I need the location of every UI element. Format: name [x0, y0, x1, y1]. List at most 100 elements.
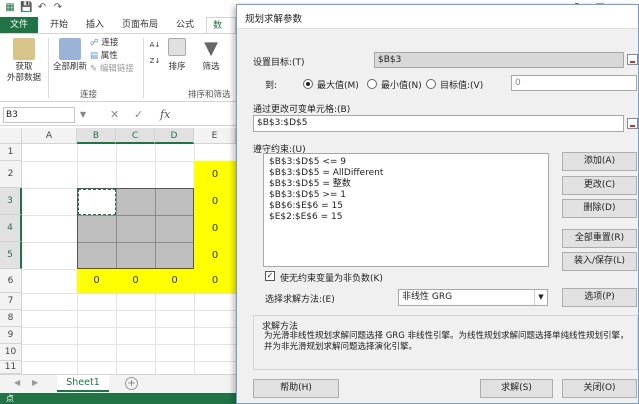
- prev-sheet-icon[interactable]: ◀: [14, 378, 20, 387]
- method-description: 为光滑非线性规划求解问题选择 GRG 非线性引擎。为线性规划求解问题选择单纯线性…: [264, 331, 629, 352]
- solver-parameters-dialog: 规划求解参数 设置目标:(T) $B$3 到: 最大值(M) 最小值(N) 目标…: [236, 4, 639, 404]
- row-header-5[interactable]: 5: [0, 242, 22, 269]
- namebox-dropdown-icon[interactable]: ▼: [80, 110, 86, 119]
- cell-e4[interactable]: 0: [194, 215, 236, 242]
- cell-e2[interactable]: 0: [194, 161, 236, 188]
- column-header-c[interactable]: C: [116, 128, 155, 144]
- dialog-title-bar: 规划求解参数: [237, 5, 638, 29]
- row-header-4[interactable]: 4: [0, 215, 22, 242]
- database-icon: [13, 38, 35, 60]
- sheet-tab-sheet1[interactable]: Sheet1: [57, 375, 109, 392]
- properties-button[interactable]: ▤ 属性: [90, 51, 140, 62]
- column-header-b[interactable]: B: [77, 128, 116, 144]
- sort-icon: [168, 38, 186, 56]
- collapse-dialog-icon[interactable]: [627, 118, 638, 129]
- cell-e5[interactable]: 0: [194, 242, 236, 269]
- help-button[interactable]: 帮助(H): [253, 379, 339, 398]
- sort-button[interactable]: 排序: [165, 38, 189, 73]
- group-separator: [48, 38, 49, 98]
- solving-method-select[interactable]: 非线性 GRG: [398, 289, 548, 306]
- max-radio[interactable]: [303, 79, 313, 89]
- constraint-item[interactable]: $B$3:$D$5 = AllDifferent: [269, 168, 543, 179]
- group-label-connections: 连接: [80, 90, 98, 100]
- reset-all-button[interactable]: 全部重置(R): [562, 229, 637, 248]
- method-description-group: 求解方法 为光滑非线性规划求解问题选择 GRG 非线性引擎。为线性规划求解问题选…: [253, 315, 638, 370]
- cell-b6[interactable]: 0: [77, 269, 116, 293]
- constraint-item[interactable]: $B$6:$E$6 = 15: [269, 201, 543, 212]
- load-save-button[interactable]: 装入/保存(L): [562, 252, 637, 271]
- solve-button[interactable]: 求解(S): [480, 379, 553, 398]
- edit-links-icon: ✎: [90, 64, 98, 74]
- change-button[interactable]: 更改(C): [562, 176, 637, 195]
- row-header-1[interactable]: 1: [0, 144, 22, 161]
- constraint-item[interactable]: $B$3:$D$5 >= 1: [269, 190, 543, 201]
- solving-method-label: 选择求解方法:(E): [265, 295, 335, 305]
- nonnegative-checkbox[interactable]: ✓: [265, 271, 275, 281]
- add-button[interactable]: 添加(A): [562, 152, 637, 171]
- value-of-input[interactable]: 0: [511, 75, 637, 91]
- changing-cells-input[interactable]: $B$3:$D$5: [253, 115, 624, 132]
- row-header-11[interactable]: 11: [0, 361, 22, 374]
- options-button[interactable]: 选项(P): [562, 288, 637, 307]
- edit-links-button[interactable]: ✎ 编辑链接: [90, 64, 142, 75]
- tab-data[interactable]: 数据: [206, 17, 236, 47]
- collapse-dialog-icon[interactable]: [627, 54, 638, 65]
- group-label-sort-filter: 排序和筛选: [188, 90, 231, 100]
- chevron-down-icon[interactable]: ▼: [534, 290, 547, 305]
- delete-button[interactable]: 删除(D): [562, 199, 637, 218]
- cell-d6[interactable]: 0: [155, 269, 194, 293]
- sort-az-button[interactable]: A↓: [148, 40, 162, 51]
- sort-za-icon: Z↓: [149, 57, 161, 65]
- properties-icon: ▤: [90, 51, 99, 61]
- refresh-all-button[interactable]: 全部刷新: [52, 38, 88, 73]
- enter-icon[interactable]: ✓: [134, 108, 143, 121]
- constraint-item[interactable]: $B$3:$D$5 <= 9: [269, 157, 543, 168]
- dialog-title: 规划求解参数: [245, 14, 303, 25]
- min-label: 最小值(N): [381, 81, 422, 91]
- cancel-icon[interactable]: ✕: [110, 108, 119, 121]
- value-of-radio[interactable]: [426, 79, 436, 89]
- group-separator: [143, 38, 144, 98]
- active-cell-b3[interactable]: [78, 189, 116, 215]
- column-header-a[interactable]: A: [22, 128, 77, 144]
- tab-formulas[interactable]: 公式: [170, 17, 200, 33]
- row-header-10[interactable]: 10: [0, 344, 22, 361]
- min-radio[interactable]: [367, 79, 377, 89]
- column-header-e[interactable]: E: [194, 128, 236, 144]
- constraint-item[interactable]: $B$3:$D$5 = 整数: [269, 179, 543, 190]
- sort-za-button[interactable]: Z↓: [148, 56, 162, 67]
- cell-e6[interactable]: 0: [194, 269, 236, 293]
- filter-button[interactable]: ▼ 筛选: [196, 38, 226, 73]
- constraints-list[interactable]: $B$3:$D$5 <= 9 $B$3:$D$5 = AllDifferent …: [263, 153, 549, 267]
- set-objective-label: 设置目标:(T): [253, 58, 305, 68]
- cell-e3[interactable]: 0: [194, 188, 236, 215]
- insert-function-icon[interactable]: fx: [160, 108, 170, 121]
- name-box[interactable]: B3: [3, 107, 75, 123]
- connections-icon: ☍: [90, 38, 99, 48]
- tab-file[interactable]: 文件: [0, 17, 38, 33]
- row-header-6[interactable]: 6: [0, 269, 22, 293]
- row-header-2[interactable]: 2: [0, 161, 22, 188]
- add-sheet-icon[interactable]: +: [125, 377, 138, 390]
- cell-c6[interactable]: 0: [116, 269, 155, 293]
- refresh-icon: [59, 38, 81, 60]
- objective-input[interactable]: $B$3: [374, 52, 624, 68]
- row-header-7[interactable]: 7: [0, 293, 22, 310]
- close-button[interactable]: 关闭(O): [562, 379, 637, 398]
- tab-page-layout[interactable]: 页面布局: [116, 17, 164, 33]
- next-sheet-icon[interactable]: ▶: [32, 378, 38, 387]
- get-external-data-button[interactable]: 获取 外部数据: [2, 38, 46, 84]
- value-of-label: 目标值:(V): [440, 81, 484, 91]
- row-header-3[interactable]: 3: [0, 188, 22, 215]
- tab-home[interactable]: 开始: [44, 17, 74, 33]
- row-header-9[interactable]: 9: [0, 327, 22, 344]
- tab-insert[interactable]: 插入: [80, 17, 110, 33]
- row-header-8[interactable]: 8: [0, 310, 22, 327]
- sort-az-icon: A↓: [149, 41, 161, 49]
- connections-button[interactable]: ☍ 连接: [90, 38, 140, 49]
- nonnegative-label: 使无约束变量为非负数(K): [280, 274, 383, 284]
- max-label: 最大值(M): [317, 81, 359, 91]
- select-all-corner[interactable]: [0, 128, 22, 144]
- column-header-d[interactable]: D: [155, 128, 194, 144]
- constraint-item[interactable]: $E$2:$E$6 = 15: [269, 212, 543, 223]
